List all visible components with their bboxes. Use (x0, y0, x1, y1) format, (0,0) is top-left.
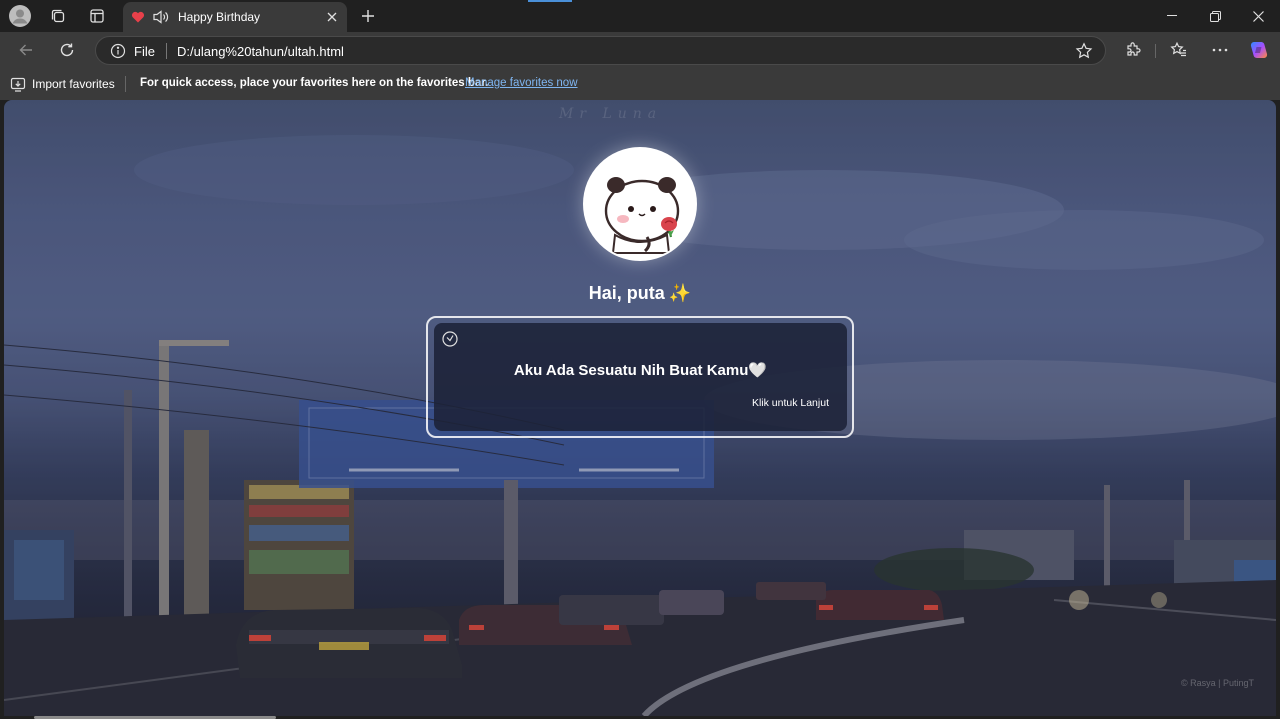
address-divider (166, 43, 167, 59)
message-card[interactable]: Aku Ada Sesuatu Nih Buat Kamu🤍 Klik untu… (434, 323, 847, 431)
continue-button[interactable]: Klik untuk Lanjut (752, 397, 829, 409)
close-window-icon[interactable] (1236, 4, 1280, 28)
greeting-heading: Hai, puta ✨ (4, 283, 1276, 304)
decorative-script-text: Mr Luna (559, 106, 663, 122)
favorites-hint-text: For quick access, place your favorites h… (140, 77, 489, 89)
tab-title: Happy Birthday (178, 10, 261, 24)
card-message: Aku Ada Sesuatu Nih Buat Kamu🤍 (513, 362, 768, 379)
back-arrow-icon[interactable] (13, 37, 39, 63)
add-favorite-star-icon[interactable] (1075, 42, 1093, 60)
toolbar-divider (1155, 44, 1156, 58)
address-bar[interactable]: File D:/ulang%20tahun/ultah.html (95, 36, 1106, 65)
import-favorites-icon[interactable] (10, 76, 26, 92)
more-menu-icon[interactable] (1207, 37, 1233, 63)
profile-avatar-icon[interactable] (9, 5, 31, 27)
favorites-divider (125, 76, 126, 92)
url-text[interactable]: D:/ulang%20tahun/ultah.html (177, 44, 344, 59)
scheme-label: File (134, 44, 155, 59)
window-accent (528, 0, 572, 2)
new-tab-icon[interactable] (358, 6, 378, 26)
favorites-bar: Import favorites For quick access, place… (0, 68, 1280, 100)
card-clock-icon (441, 330, 459, 348)
restore-icon[interactable] (1193, 4, 1237, 28)
title-bar: Happy Birthday (0, 0, 1280, 32)
speaker-icon[interactable] (152, 9, 170, 25)
minimize-icon[interactable] (1150, 4, 1194, 28)
info-icon[interactable] (110, 43, 126, 59)
favorites-icon[interactable] (1166, 37, 1192, 63)
copilot-icon[interactable] (1246, 37, 1272, 63)
page-viewport: Mr Luna Hai, puta ✨ Aku Ada Sesuatu Nih B… (4, 100, 1276, 716)
close-tab-icon[interactable] (323, 8, 341, 26)
panda-holding-rose-icon (585, 149, 695, 259)
workspaces-icon[interactable] (47, 5, 69, 27)
greeting-text: Hai, puta (588, 283, 665, 303)
watermark-text: © Rasya | PutingT (1181, 678, 1254, 688)
sparkles-emoji: ✨ (668, 283, 692, 303)
heart-icon (131, 10, 145, 24)
extensions-icon[interactable] (1120, 37, 1146, 63)
manage-favorites-link[interactable]: Manage favorites now (465, 77, 578, 89)
navigation-toolbar: File D:/ulang%20tahun/ultah.html (0, 32, 1280, 68)
panda-avatar (583, 147, 697, 261)
refresh-icon[interactable] (54, 37, 80, 63)
active-tab[interactable]: Happy Birthday (123, 2, 347, 32)
import-favorites-button[interactable]: Import favorites (32, 77, 115, 91)
vertical-tabs-icon[interactable] (86, 5, 108, 27)
